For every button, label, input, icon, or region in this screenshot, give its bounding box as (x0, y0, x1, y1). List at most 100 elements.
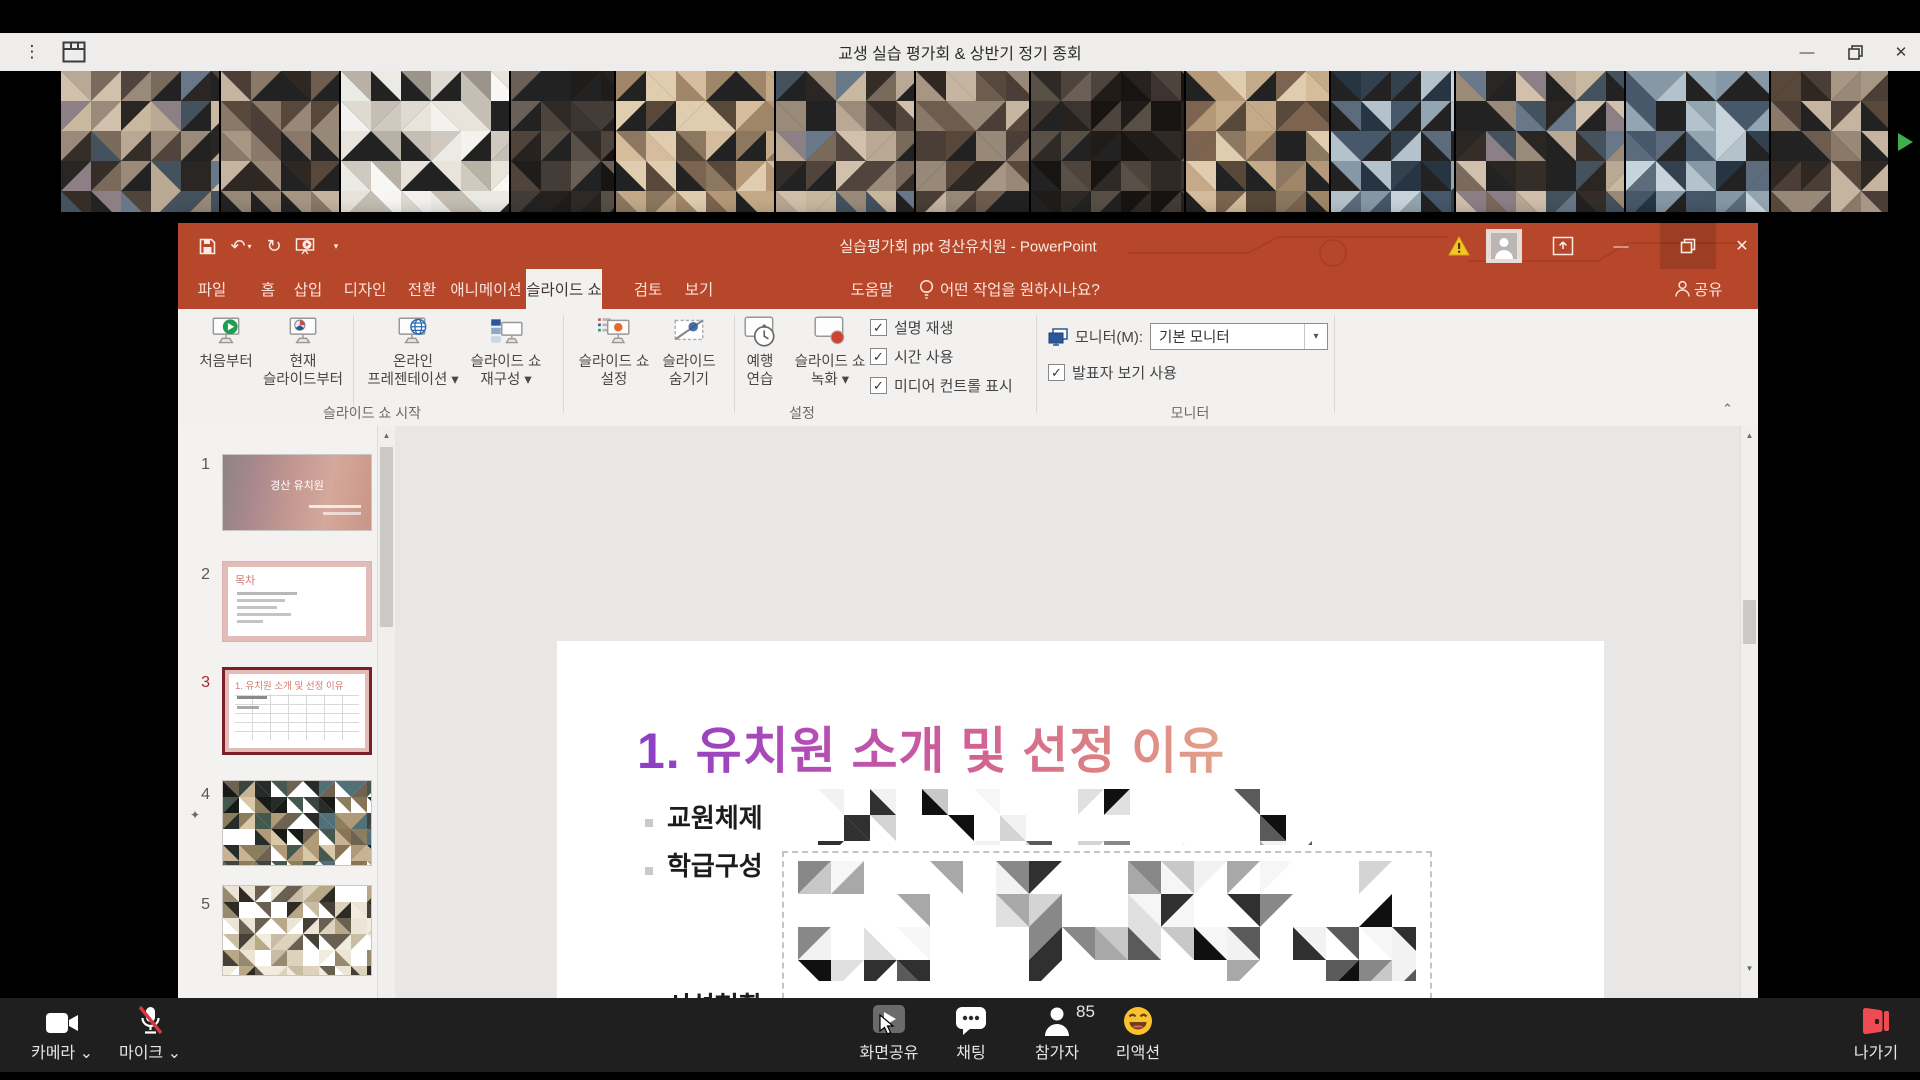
checkbox-icon: ✓ (870, 319, 887, 336)
start-group-label: 슬라이드 쇼 시작 (323, 403, 421, 423)
show-media-controls-label: 미디어 컨트롤 표시 (894, 375, 1013, 396)
slide-thumbnail-1[interactable]: 경산 유치원 (222, 454, 372, 531)
account-avatar[interactable] (1486, 229, 1522, 263)
tab-help[interactable]: 도움말 (842, 269, 902, 309)
reactions-button[interactable]: 리액션 (1100, 998, 1176, 1063)
camera-icon (20, 998, 104, 1036)
save-button[interactable] (194, 223, 220, 269)
qat-slideshow-button[interactable] (290, 223, 320, 269)
slide-number: 5 (184, 896, 210, 914)
check-icon: ✓ (873, 378, 884, 394)
participant-video-tile[interactable] (776, 71, 914, 212)
slide-thumbnail-3-selected[interactable]: 1. 유치원 소개 및 선정 이유 (222, 667, 372, 755)
monitor-dropdown-arrow-icon[interactable]: ▾ (1304, 324, 1327, 349)
titlebar-circuit-decoration (1128, 223, 1748, 269)
participants-button[interactable]: 참가자 85 (1014, 998, 1100, 1063)
play-narrations-checkbox[interactable]: ✓ 설명 재생 (870, 317, 953, 338)
scroll-down-icon[interactable]: ▼ (1741, 959, 1758, 978)
chat-icon (936, 998, 1006, 1036)
mic-chevron-icon[interactable]: ⌄ (168, 1045, 181, 1062)
play-narrations-label: 설명 재생 (894, 317, 953, 338)
tab-design[interactable]: 디자인 (334, 269, 396, 309)
chat-button[interactable]: 채팅 (936, 998, 1006, 1063)
share-button[interactable]: 공유 (1694, 269, 1723, 309)
bullet-icon (645, 819, 653, 827)
tab-file[interactable]: 파일 (186, 269, 238, 309)
thumbnail-scrollbar[interactable]: ▲ (377, 426, 395, 998)
thumbnail-scrollbar-thumb[interactable] (380, 447, 393, 627)
setup-group-label: 설정 (789, 403, 815, 423)
participant-video-tile[interactable] (1771, 71, 1888, 212)
upload-warning-icon[interactable] (1448, 236, 1470, 256)
editor-scrollbar-thumb[interactable] (1743, 600, 1756, 644)
participant-video-tile[interactable] (511, 71, 614, 212)
mic-button[interactable]: 마이크 ⌄ (108, 998, 192, 1063)
participant-video-tile[interactable] (1331, 71, 1454, 212)
ppt-restore-button[interactable] (1660, 223, 1716, 269)
participant-video-tile[interactable] (1456, 71, 1624, 212)
custom-slideshow-button[interactable]: 슬라이드 쇼 재구성 ▾ (452, 313, 560, 389)
kebab-menu-icon[interactable]: ⋮ (22, 37, 42, 67)
ribbon-display-options-button[interactable] (1552, 236, 1574, 256)
hide-slide-button[interactable]: 슬라이드 숨기기 (646, 313, 732, 389)
ribbon-tab-row: 파일 홈 삽입 디자인 전환 애니메이션 슬라이드 쇼 검토 보기 도움말 어떤… (178, 269, 1758, 309)
app-minimize-button[interactable]: — (1790, 37, 1824, 67)
participant-video-tile[interactable] (616, 71, 774, 212)
slide-thumbnail-5[interactable] (222, 885, 372, 976)
scroll-up-icon[interactable]: ▲ (1741, 426, 1758, 445)
thumb1-title: 경산 유치원 (223, 477, 371, 493)
participant-video-tile[interactable] (916, 71, 1029, 212)
ppt-minimize-button[interactable]: — (1604, 223, 1638, 269)
undo-dropdown-icon: ▾ (248, 242, 252, 251)
monitor-dropdown[interactable]: 기본 모니터 ▾ (1150, 323, 1328, 350)
meeting-title: 교생 실습 평가회 & 상반기 정기 종회 (838, 40, 1081, 64)
reactions-label: 리액션 (1100, 1039, 1176, 1063)
participant-video-tile[interactable] (1031, 71, 1184, 212)
monitor-group-label: 모니터 (1171, 403, 1210, 423)
participant-video-tile[interactable] (341, 71, 509, 212)
participant-video-tile[interactable] (1626, 71, 1769, 212)
leave-button[interactable]: 나가기 (1838, 998, 1914, 1063)
tab-view[interactable]: 보기 (674, 269, 724, 309)
camera-chevron-icon[interactable]: ⌄ (80, 1045, 93, 1062)
rehearse-timings-button[interactable]: 예행 연습 (734, 313, 786, 389)
use-timings-checkbox[interactable]: ✓ 시간 사용 (870, 346, 953, 367)
camera-label: 카메라 (31, 1045, 75, 1062)
participant-video-tile[interactable] (61, 71, 219, 212)
show-media-controls-checkbox[interactable]: ✓ 미디어 컨트롤 표시 (870, 375, 1013, 396)
from-current-slide-button[interactable]: 현재 슬라이드부터 (248, 313, 358, 389)
participant-video-tile[interactable] (1186, 71, 1329, 212)
strip-next-arrow-icon[interactable] (1898, 133, 1913, 151)
leave-door-icon (1838, 998, 1914, 1036)
gallery-view-icon[interactable] (62, 41, 86, 63)
collapse-ribbon-button[interactable]: ⌃ (1722, 401, 1733, 417)
screen-share-button[interactable]: 화면공유 (849, 998, 929, 1063)
tab-slideshow[interactable]: 슬라이드 쇼 (526, 269, 602, 309)
participant-video-tile[interactable] (221, 71, 339, 212)
qat-customize-button[interactable]: ▾ (326, 223, 346, 269)
slide-thumbnail-2[interactable]: 목차 (222, 561, 372, 642)
tab-insert[interactable]: 삽입 (282, 269, 334, 309)
presenter-view-checkbox[interactable]: ✓ 발표자 보기 사용 (1048, 362, 1177, 383)
undo-button[interactable]: ↶▾ (224, 223, 258, 269)
ribbon: 처음부터 현재 슬라이드부터 온라인 프레젠테이션 ▾ 슬라이드 쇼 재구성 ▾… (178, 309, 1758, 427)
rehearse-timings-label: 예행 연습 (734, 353, 786, 389)
camera-button[interactable]: 카메라 ⌄ (20, 998, 104, 1063)
tab-transitions[interactable]: 전환 (396, 269, 448, 309)
redo-button[interactable]: ↻ (262, 223, 286, 269)
scroll-up-icon[interactable]: ▲ (378, 426, 395, 445)
slide-canvas[interactable]: 1. 유치원 소개 및 선정 이유 교원체제 학급구성 시설현황 (557, 641, 1604, 998)
record-slideshow-button[interactable]: 슬라이드 쇼 녹화 ▾ (780, 313, 880, 389)
bullet-icon (645, 867, 653, 875)
undo-icon: ↶ (230, 236, 245, 257)
tab-review[interactable]: 검토 (622, 269, 674, 309)
check-icon: ✓ (873, 320, 884, 336)
tab-animations[interactable]: 애니메이션 (446, 269, 526, 309)
app-close-button[interactable]: ✕ (1884, 37, 1918, 67)
ppt-close-button[interactable]: ✕ (1726, 223, 1758, 269)
ppt-content-area: 1 경산 유치원 2 목차 3 1. 유치원 소개 및 선정 이유 (178, 426, 1758, 998)
app-restore-button[interactable] (1838, 37, 1872, 67)
tell-me-box[interactable]: 어떤 작업을 원하시나요? (940, 269, 1100, 309)
slide-thumbnail-4[interactable] (222, 780, 372, 866)
editor-scrollbar[interactable]: ▲ ▼ (1740, 426, 1758, 998)
